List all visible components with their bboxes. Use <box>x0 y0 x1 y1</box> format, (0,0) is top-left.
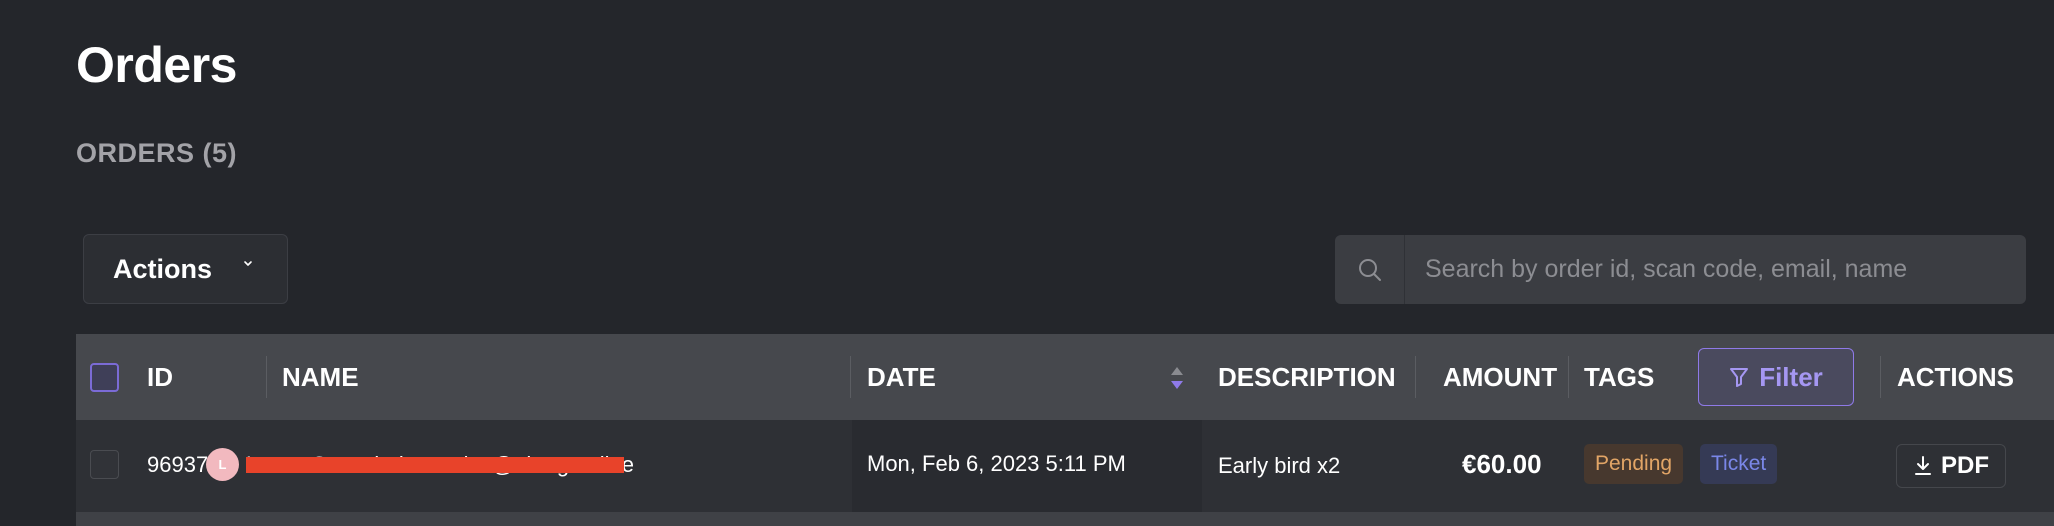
orders-page: Orders ORDERS (5) Actions ID NAME DATE <box>0 0 2054 526</box>
orders-table: ID NAME DATE DESCRIPTION AMOUNT TAGS Fil… <box>76 334 2054 526</box>
order-description-cell: Early bird x2 <box>1218 453 1341 478</box>
order-amount-cell: €60.00 <box>1462 449 1542 479</box>
column-header-amount[interactable]: AMOUNT <box>1443 334 1557 420</box>
column-header-id[interactable]: ID <box>147 334 173 420</box>
column-header-actions: ACTIONS <box>1897 362 2014 392</box>
filter-icon <box>1730 368 1749 387</box>
column-divider <box>1415 356 1416 398</box>
column-divider <box>1880 356 1881 398</box>
sort-icon[interactable] <box>1168 364 1186 392</box>
chevron-down-icon <box>244 261 252 266</box>
column-header-date[interactable]: DATE <box>867 334 936 420</box>
filter-button-label: Filter <box>1759 361 1823 392</box>
table-header: ID NAME DATE DESCRIPTION AMOUNT TAGS Fil… <box>76 334 2054 420</box>
column-header-name[interactable]: NAME <box>282 334 359 420</box>
page-title: Orders <box>76 37 237 93</box>
order-date-cell: Mon, Feb 6, 2023 5:11 PM <box>867 451 1126 476</box>
status-badge: Pending <box>1584 444 1684 484</box>
column-divider <box>266 356 267 398</box>
column-header-description[interactable]: DESCRIPTION <box>1218 334 1396 420</box>
next-row-edge <box>76 512 2054 526</box>
search-input[interactable] <box>1405 234 2026 305</box>
download-icon <box>1915 456 1931 475</box>
row-select-checkbox[interactable] <box>90 450 119 479</box>
column-divider <box>1568 356 1569 398</box>
pdf-download-button[interactable]: PDF <box>1896 444 2006 488</box>
actions-dropdown[interactable]: Actions <box>83 234 288 304</box>
search-icon <box>1335 235 1405 304</box>
column-header-tags: TAGS <box>1584 362 1655 392</box>
redaction-bar <box>246 457 624 473</box>
orders-count-heading: ORDERS (5) <box>76 138 238 168</box>
column-divider <box>850 356 851 398</box>
pdf-button-label: PDF <box>1941 452 1989 479</box>
filter-button[interactable]: Filter <box>1698 348 1854 406</box>
search-box <box>1335 234 2026 305</box>
tag-badge: Ticket <box>1700 444 1778 484</box>
select-all-checkbox[interactable] <box>90 363 119 392</box>
avatar: L <box>206 448 239 481</box>
actions-dropdown-label: Actions <box>113 253 213 284</box>
